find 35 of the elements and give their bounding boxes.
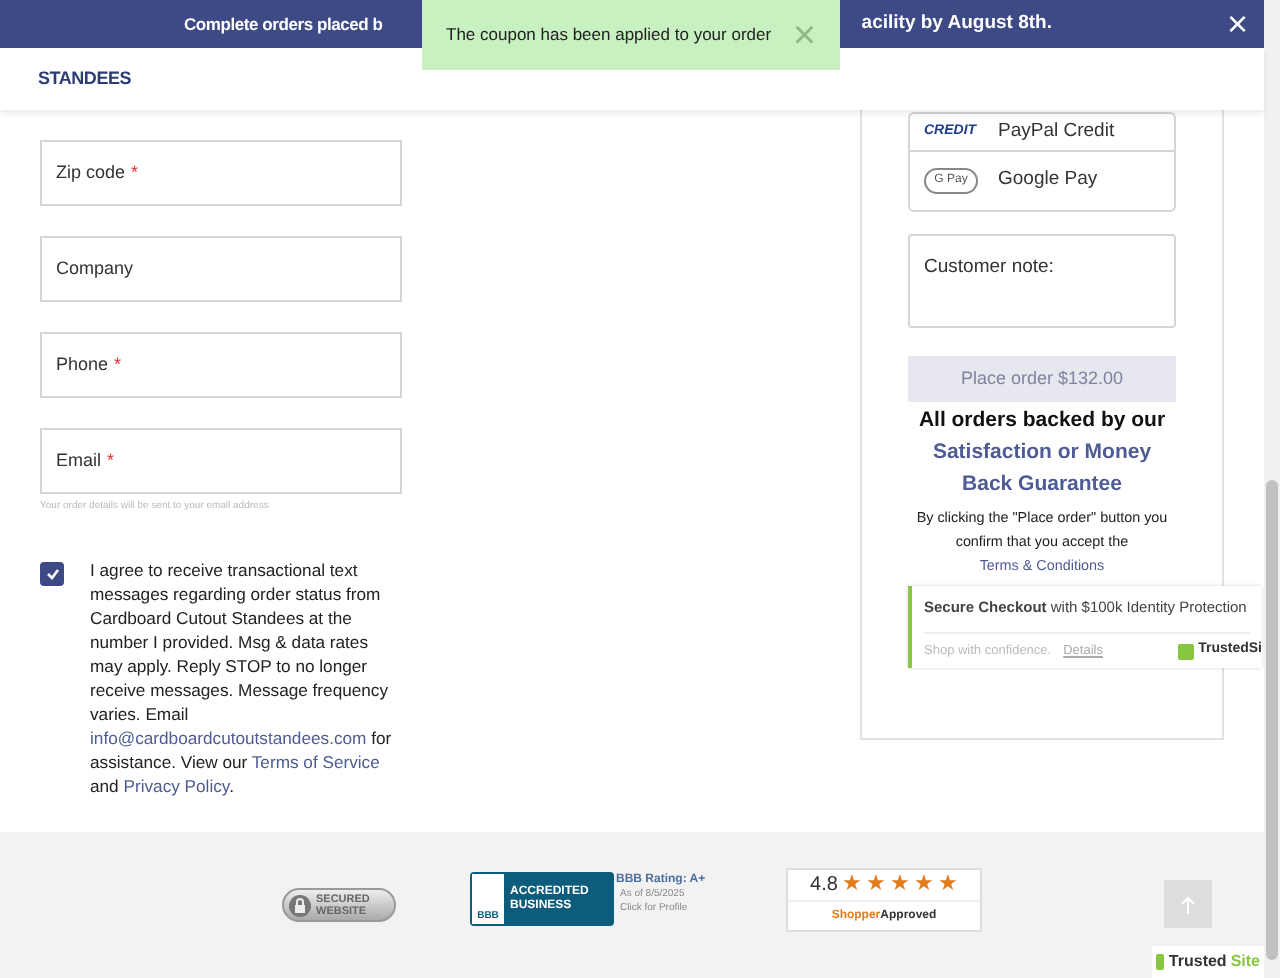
- trustedsite-badge[interactable]: Trusted Site: [1152, 946, 1264, 978]
- field-label: Email: [56, 447, 102, 474]
- star-icon: ★: [913, 874, 934, 897]
- guarantee-text: All orders backed by our: [918, 406, 1166, 436]
- input-field[interactable]: Company: [40, 236, 402, 302]
- toast-message: The coupon has been applied to your order: [446, 22, 772, 48]
- star-icon: ★: [841, 874, 862, 897]
- padlock-icon: [288, 893, 312, 917]
- scrollbar[interactable]: [1264, 0, 1280, 978]
- input-field[interactable]: Email *: [40, 428, 402, 494]
- star-icon: ★: [937, 874, 958, 897]
- required-mark: *: [107, 447, 115, 474]
- required-mark: *: [131, 159, 139, 186]
- rating-score: 4.8: [810, 872, 838, 901]
- star-icon: ★: [889, 874, 910, 897]
- input-field[interactable]: Zip code *: [40, 140, 402, 206]
- checkbox[interactable]: [40, 561, 64, 585]
- field-label: Phone: [56, 351, 109, 378]
- logo[interactable]: STANDEES: [38, 65, 132, 93]
- guarantee-link[interactable]: Satisfaction or Money Back Guarantee: [912, 436, 1172, 500]
- close-button[interactable]: ×: [1226, 4, 1248, 44]
- consent-text: I agree to receive transactional text messages regarding order status from Cardboard Cutout Standees at the number I provided. Msg & data rates may apply. Reply STOP to no longer receive messages. Message frequency varies. Email info@cardboardcutoutstandees.com for assistance. View our Terms of Service and Privacy Policy.: [90, 557, 394, 797]
- banner-text: acility by August 8th.: [861, 9, 1052, 38]
- required-mark: *: [114, 351, 122, 378]
- banner-text: Complete orders placed b: [184, 11, 383, 37]
- star-icon: ★: [865, 874, 886, 897]
- link[interactable]: Privacy Policy: [123, 775, 230, 795]
- scroll-top-button[interactable]: [1164, 880, 1212, 928]
- input-field[interactable]: Phone *: [40, 332, 402, 398]
- field-label: Company: [56, 255, 134, 282]
- arrow-up-icon: [1180, 895, 1196, 913]
- field-label: Zip code: [56, 159, 126, 186]
- link[interactable]: info@cardboardcutoutstandees.com: [90, 727, 367, 747]
- customer-note-field[interactable]: Customer note:: [908, 234, 1176, 328]
- link[interactable]: Terms of Service: [251, 751, 380, 771]
